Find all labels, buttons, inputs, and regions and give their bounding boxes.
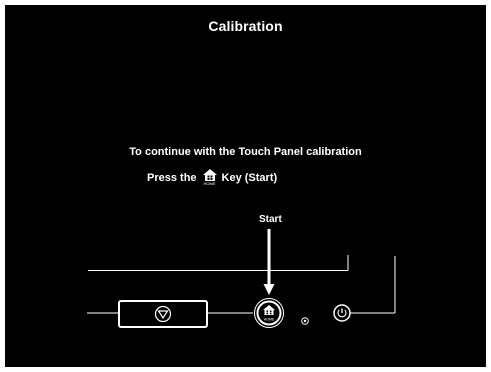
power-button[interactable] [333, 304, 351, 322]
start-arrow [263, 229, 275, 295]
control-panel-diagram: HOME [87, 229, 396, 328]
dot-ring-icon [303, 319, 307, 323]
home-button-caption: HOME [264, 318, 275, 322]
home-button[interactable]: HOME [254, 298, 284, 328]
stop-button[interactable] [118, 300, 208, 328]
calibration-screen: Calibration To continue with the Touch P… [5, 5, 486, 367]
small-round-button[interactable] [301, 317, 309, 325]
